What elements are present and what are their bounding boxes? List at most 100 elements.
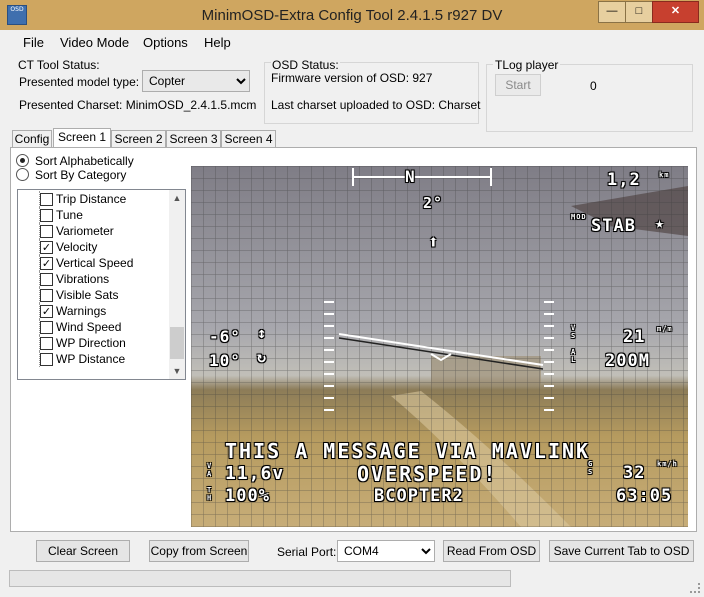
sort-alpha-radio[interactable]: Sort Alphabetically <box>16 154 134 168</box>
item-label: WP Direction <box>56 336 126 350</box>
osd-preview[interactable]: N 1,2 km 2° MOD STAB ★ ⬆ -6° ↕ 10° ↻ VS … <box>191 166 688 527</box>
osd-throttle-tag: TH <box>207 486 213 502</box>
item-checkbox[interactable] <box>40 273 53 286</box>
ct-status-label: CT Tool Status: <box>18 58 100 72</box>
osd-roll-icon: ↻ <box>257 348 268 366</box>
osd-warning: OVERSPEED! <box>357 462 498 486</box>
item-checkbox[interactable] <box>40 193 53 206</box>
list-item[interactable]: Variometer <box>18 223 168 239</box>
resize-grip-icon[interactable] <box>690 583 700 593</box>
close-icon: ✕ <box>670 5 681 17</box>
osd-mode-tag: MOD <box>571 213 587 221</box>
list-item[interactable]: WP Direction <box>18 335 168 351</box>
item-checkbox[interactable] <box>40 209 53 222</box>
osd-speed-unit: km/h <box>657 460 678 468</box>
serial-port-label: Serial Port: <box>277 545 337 559</box>
item-label: Wind Speed <box>56 320 122 334</box>
item-label: Velocity <box>56 240 98 254</box>
osd-voltage: 11,6v <box>225 463 285 484</box>
scroll-up-icon[interactable]: ▲ <box>169 190 185 206</box>
osd-altitude-tag: AL <box>571 348 577 364</box>
osd-roll: 10° <box>209 351 241 370</box>
main-window: OSD MinimOSD-Extra Config Tool 2.4.1.5 r… <box>0 0 704 597</box>
title-bar[interactable]: OSD MinimOSD-Extra Config Tool 2.4.1.5 r… <box>0 0 704 30</box>
osd-pitch: -6° <box>209 327 241 346</box>
menu-file[interactable]: File <box>23 35 44 50</box>
item-label: Warnings <box>56 304 107 318</box>
item-label: Visible Sats <box>56 288 119 302</box>
maximize-icon: □ <box>635 5 643 17</box>
menu-video-mode[interactable]: Video Mode <box>60 35 129 50</box>
minimize-icon: — <box>606 5 618 17</box>
item-label: WP Distance <box>56 352 126 366</box>
item-checkbox[interactable]: ✓ <box>40 241 53 254</box>
menu-options[interactable]: Options <box>143 35 188 50</box>
osd-heading-letter: N <box>405 167 416 186</box>
osd-climb-unit: m/m <box>657 325 673 333</box>
osd-home-distance: 1,2 <box>607 170 641 190</box>
copy-from-screen-button[interactable]: Copy from Screen <box>149 540 249 562</box>
item-checkbox[interactable] <box>40 321 53 334</box>
item-label: Vertical Speed <box>56 256 134 270</box>
sort-category-radio[interactable]: Sort By Category <box>16 168 126 182</box>
osd-home-arrow-icon: ⬆ <box>428 232 440 253</box>
scroll-down-icon[interactable]: ▼ <box>169 363 185 379</box>
menu-help[interactable]: Help <box>204 35 231 50</box>
list-item[interactable]: Visible Sats <box>18 287 168 303</box>
osd-climb-rate: 21 <box>623 327 646 347</box>
list-item[interactable]: WP Distance <box>18 351 168 367</box>
osd-pitch-icon: ↕ <box>257 324 268 342</box>
osd-distance-unit: km <box>659 171 670 179</box>
menu-bar: File Video Mode Options Help <box>8 30 696 54</box>
osd-callsign: BCOPTER2 <box>374 486 464 506</box>
osd-mavlink-message: THIS A MESSAGE VIA MAVLINK <box>225 439 591 463</box>
list-item[interactable]: ✓ Vertical Speed <box>18 255 168 271</box>
model-type-label: Presented model type: <box>19 75 140 89</box>
maximize-button[interactable]: □ <box>625 1 653 23</box>
item-checkbox[interactable]: ✓ <box>40 305 53 318</box>
tlog-value: 0 <box>590 79 597 93</box>
serial-port-select[interactable]: COM4 <box>337 540 435 562</box>
tlog-start-button[interactable]: Start <box>495 74 541 96</box>
osd-satellite-icon: ★ <box>655 214 666 232</box>
list-scrollbar[interactable]: ▲ ▼ <box>169 190 185 379</box>
list-item[interactable]: ✓ Warnings <box>18 303 168 319</box>
list-item[interactable]: Vibrations <box>18 271 168 287</box>
osd-throttle: 100% <box>225 486 270 506</box>
osd-status-label: OSD Status: <box>271 58 340 72</box>
item-label: Trip Distance <box>56 192 127 206</box>
model-type-select[interactable]: Copter <box>142 70 250 92</box>
list-item[interactable]: Trip Distance <box>18 191 168 207</box>
tlog-label: TLog player <box>493 58 561 72</box>
clear-screen-button[interactable]: Clear Screen <box>36 540 130 562</box>
item-checkbox[interactable] <box>40 353 53 366</box>
osd-altitude: 200M <box>605 351 650 371</box>
item-label: Tune <box>56 208 83 222</box>
osd-speed-tag: GS <box>588 460 594 476</box>
list-item[interactable]: Tune <box>18 207 168 223</box>
osd-flight-mode: STAB <box>591 216 636 236</box>
firmware-version: Firmware version of OSD: 927 <box>271 71 433 85</box>
osd-voltage-tag: VA <box>207 462 213 478</box>
list-item[interactable]: ✓ Velocity <box>18 239 168 255</box>
last-charset: Last charset uploaded to OSD: Charset <box>271 98 481 112</box>
item-checkbox[interactable]: ✓ <box>40 257 53 270</box>
item-checkbox[interactable] <box>40 289 53 302</box>
item-label: Variometer <box>56 224 114 238</box>
list-item[interactable]: Wind Speed <box>18 319 168 335</box>
item-checkbox[interactable] <box>40 337 53 350</box>
charset-label: Presented Charset: MinimOSD_2.4.1.5.mcm <box>19 98 257 112</box>
osd-flight-time: 63:05 <box>616 486 673 506</box>
save-tab-to-osd-button[interactable]: Save Current Tab to OSD <box>549 540 694 562</box>
radio-selected-icon <box>16 154 29 167</box>
osd-vertical-speed-tag: VS <box>571 324 577 340</box>
osd-heading-degrees: 2° <box>423 194 444 212</box>
item-checkbox[interactable] <box>40 225 53 238</box>
read-from-osd-button[interactable]: Read From OSD <box>443 540 540 562</box>
radio-empty-icon <box>16 168 29 181</box>
osd-items-list[interactable]: Trip Distance Tune Variometer ✓ Velocity ✓ Ver… <box>17 189 186 380</box>
scroll-thumb[interactable] <box>170 327 184 359</box>
minimize-button[interactable]: — <box>598 1 626 23</box>
close-button[interactable]: ✕ <box>652 1 699 23</box>
item-label: Vibrations <box>56 272 110 286</box>
